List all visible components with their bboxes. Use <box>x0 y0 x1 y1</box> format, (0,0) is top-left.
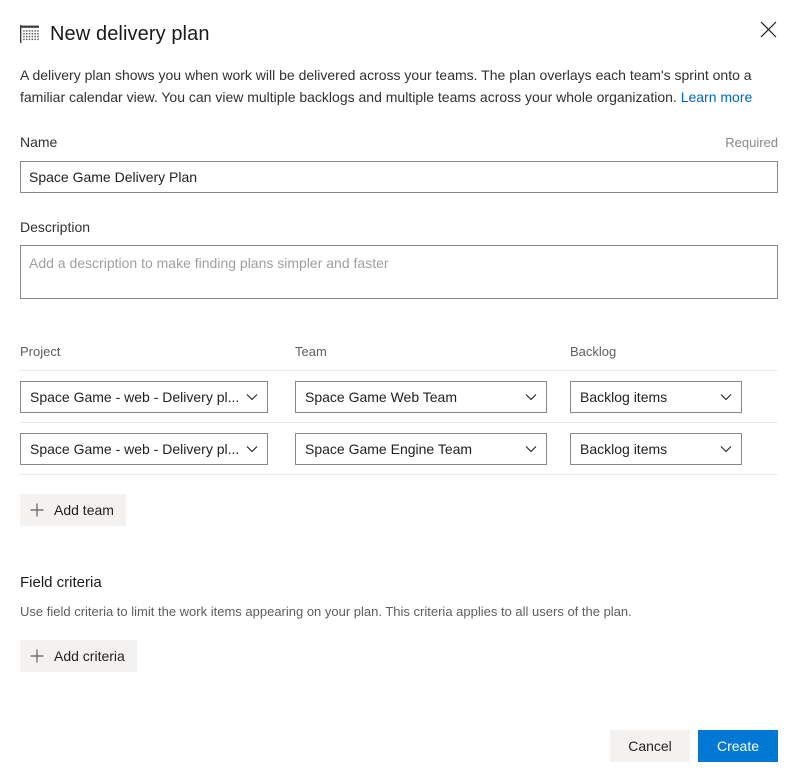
team-dropdown[interactable]: Space Game Engine Team <box>295 432 547 465</box>
name-label-row: Name Required <box>20 132 778 153</box>
add-team-button[interactable]: Add team <box>20 494 126 526</box>
add-criteria-label: Add criteria <box>54 648 125 664</box>
row-cell-project: Space Game - web - Delivery pl... <box>20 380 295 413</box>
project-dropdown-value: Space Game - web - Delivery pl... <box>30 388 240 405</box>
backlog-dropdown[interactable]: Backlog items <box>570 432 742 465</box>
add-team-label: Add team <box>54 502 114 518</box>
column-header-team: Team <box>295 344 327 359</box>
create-button[interactable]: Create <box>698 730 778 762</box>
chevron-down-icon <box>720 440 732 458</box>
project-dropdown[interactable]: Space Game - web - Delivery pl... <box>20 432 268 465</box>
row-cell-backlog: Backlog items <box>570 432 778 465</box>
name-required-note: Required <box>725 135 778 150</box>
plus-icon <box>29 648 45 664</box>
chevron-down-icon <box>246 440 258 458</box>
chevron-down-icon <box>525 440 537 458</box>
dialog-header: New delivery plan <box>20 0 778 58</box>
teams-table-header: Project Team Backlog <box>20 343 778 371</box>
description-label-row: Description <box>20 217 778 237</box>
project-dropdown[interactable]: Space Game - web - Delivery pl... <box>20 380 268 413</box>
backlog-dropdown[interactable]: Backlog items <box>570 380 742 413</box>
column-header-project: Project <box>20 344 61 359</box>
teams-table: Project Team Backlog Space Game - web - … <box>20 343 778 475</box>
chevron-down-icon <box>525 388 537 406</box>
cancel-button[interactable]: Cancel <box>610 730 690 762</box>
learn-more-link[interactable]: Learn more <box>681 89 753 105</box>
close-button[interactable] <box>752 13 784 45</box>
table-row: Space Game - web - Delivery pl... Space … <box>20 423 778 475</box>
add-criteria-button[interactable]: Add criteria <box>20 640 137 672</box>
field-criteria-section: Field criteria Use field criteria to lim… <box>20 573 778 672</box>
team-dropdown-value: Space Game Engine Team <box>305 440 473 457</box>
column-header-backlog: Backlog <box>570 344 617 359</box>
row-cell-backlog: Backlog items <box>570 380 778 413</box>
project-dropdown-value: Space Game - web - Delivery pl... <box>30 440 240 457</box>
chevron-down-icon <box>720 388 732 406</box>
backlog-dropdown-value: Backlog items <box>580 388 668 405</box>
new-delivery-plan-dialog: New delivery plan A delivery plan shows … <box>0 0 798 778</box>
row-cell-team: Space Game Engine Team <box>295 432 570 465</box>
page-title: New delivery plan <box>50 23 210 45</box>
team-dropdown[interactable]: Space Game Web Team <box>295 380 547 413</box>
intro-paragraph: A delivery plan shows you when work will… <box>20 64 778 108</box>
delivery-plan-icon <box>20 25 40 43</box>
field-criteria-title: Field criteria <box>20 574 102 591</box>
chevron-down-icon <box>246 388 258 406</box>
intro-text: A delivery plan shows you when work will… <box>20 67 752 105</box>
description-textarea[interactable] <box>20 245 778 299</box>
row-cell-project: Space Game - web - Delivery pl... <box>20 432 295 465</box>
dialog-footer: Cancel Create <box>610 730 778 762</box>
plus-icon <box>29 502 45 518</box>
team-dropdown-value: Space Game Web Team <box>305 388 458 405</box>
name-label: Name <box>20 134 58 150</box>
description-label: Description <box>20 219 91 235</box>
close-icon <box>760 21 777 38</box>
name-input[interactable] <box>20 161 778 193</box>
row-cell-team: Space Game Web Team <box>295 380 570 413</box>
backlog-dropdown-value: Backlog items <box>580 440 668 457</box>
table-row: Space Game - web - Delivery pl... Space … <box>20 371 778 423</box>
field-criteria-description: Use field criteria to limit the work ite… <box>20 604 632 619</box>
